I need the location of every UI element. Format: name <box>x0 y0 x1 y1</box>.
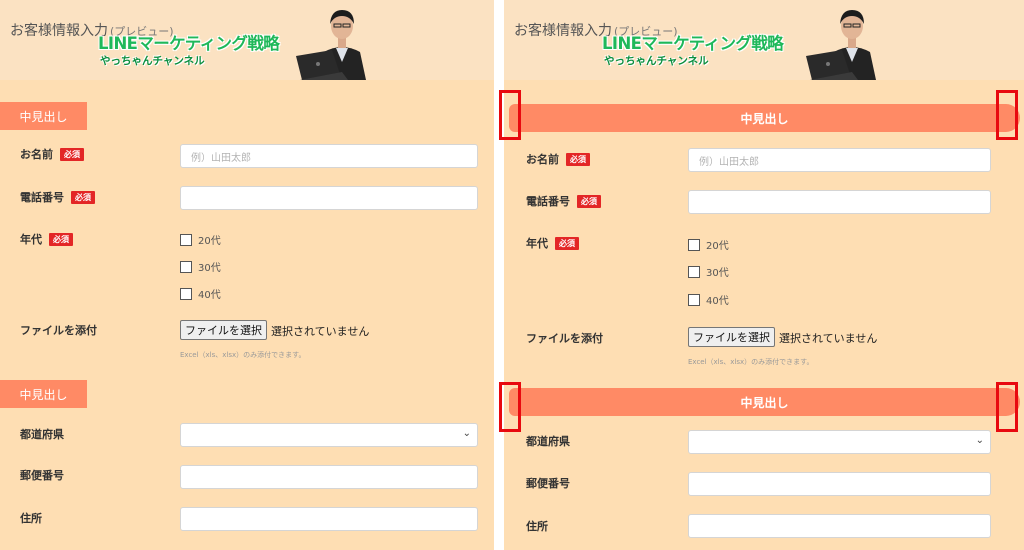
checkbox-icon <box>180 287 192 300</box>
checkbox-icon <box>688 265 700 278</box>
postal-input[interactable] <box>688 472 991 496</box>
phone-input[interactable] <box>688 190 991 214</box>
phone-input[interactable] <box>180 186 478 210</box>
file-note: Excel（xls、xlsx）のみ添付できます。 <box>180 351 306 359</box>
logo-title: LINEマーケティング戦略 <box>98 34 280 53</box>
section-heading-bar: 中見出し <box>509 388 1020 416</box>
checkbox-icon <box>688 293 700 306</box>
address-input[interactable] <box>180 507 478 531</box>
name-input[interactable]: 例）山田太郎 <box>688 148 991 172</box>
required-badge: 必須 <box>566 152 590 166</box>
postal-label: 郵便番号 <box>526 477 570 490</box>
prefecture-select[interactable]: ⌄ <box>688 430 991 454</box>
file-note: Excel（xls、xlsx）のみ添付できます。 <box>688 358 814 366</box>
age-checkbox-20[interactable]: 20代 <box>688 237 729 252</box>
presenter-illustration <box>802 0 902 80</box>
address-label: 住所 <box>20 512 42 525</box>
logo-subtitle: やっちゃんチャンネル <box>100 55 205 67</box>
age-checkbox-30[interactable]: 30代 <box>688 264 729 279</box>
prefecture-label: 都道府県 <box>526 435 570 448</box>
age-label: 年代 必須 <box>526 235 579 251</box>
postal-label: 郵便番号 <box>20 469 64 482</box>
postal-input[interactable] <box>180 465 478 489</box>
chevron-down-icon: ⌄ <box>462 428 471 439</box>
header-banner: お客様情報入力 (プレビュー) LINEマーケティング戦略 やっちゃんチャンネル <box>504 0 1024 80</box>
name-label: お名前 必須 <box>526 151 590 167</box>
required-badge: 必須 <box>577 194 601 208</box>
name-input[interactable]: 例）山田太郎 <box>180 144 478 168</box>
logo-subtitle: やっちゃんチャンネル <box>604 55 709 67</box>
age-checkbox-20[interactable]: 20代 <box>180 232 221 247</box>
file-select-button[interactable]: ファイルを選択 <box>688 327 775 347</box>
age-label: 年代 必須 <box>20 231 73 247</box>
section-heading: 中見出し <box>0 102 87 130</box>
file-status: 選択されていません <box>271 325 370 338</box>
file-select-button[interactable]: ファイルを選択 <box>180 320 267 340</box>
highlight-marker <box>996 90 1018 140</box>
file-status: 選択されていません <box>779 332 878 345</box>
name-label: お名前 必須 <box>20 146 84 162</box>
logo-title: LINEマーケティング戦略 <box>602 34 784 53</box>
phone-label: 電話番号 必須 <box>20 189 95 205</box>
required-badge: 必須 <box>71 190 95 204</box>
presenter-illustration <box>292 0 392 80</box>
checkbox-icon <box>180 260 192 273</box>
chevron-down-icon: ⌄ <box>975 435 984 446</box>
header-banner: お客様情報入力 (プレビュー) LINEマーケティング戦略 やっちゃんチャンネル <box>0 0 494 80</box>
highlight-marker <box>499 90 521 140</box>
age-checkbox-40[interactable]: 40代 <box>180 286 221 301</box>
prefecture-label: 都道府県 <box>20 428 64 441</box>
required-badge: 必須 <box>555 236 579 250</box>
checkbox-icon <box>180 233 192 246</box>
highlight-marker <box>499 382 521 432</box>
phone-label: 電話番号 必須 <box>526 193 601 209</box>
form-preview-before: お客様情報入力 (プレビュー) LINEマーケティング戦略 やっちゃんチャンネル … <box>0 0 494 550</box>
age-checkbox-30[interactable]: 30代 <box>180 259 221 274</box>
required-badge: 必須 <box>49 232 73 246</box>
address-label: 住所 <box>526 520 548 533</box>
prefecture-select[interactable]: ⌄ <box>180 423 478 447</box>
section-heading-bar: 中見出し <box>509 104 1020 132</box>
file-label: ファイルを添付 <box>526 332 603 345</box>
age-checkbox-40[interactable]: 40代 <box>688 292 729 307</box>
required-badge: 必須 <box>60 147 84 161</box>
address-input[interactable] <box>688 514 991 538</box>
highlight-marker <box>996 382 1018 432</box>
section-heading: 中見出し <box>0 380 87 408</box>
file-label: ファイルを添付 <box>20 324 97 337</box>
checkbox-icon <box>688 238 700 251</box>
form-preview-after: お客様情報入力 (プレビュー) LINEマーケティング戦略 やっちゃんチャンネル … <box>504 0 1024 550</box>
